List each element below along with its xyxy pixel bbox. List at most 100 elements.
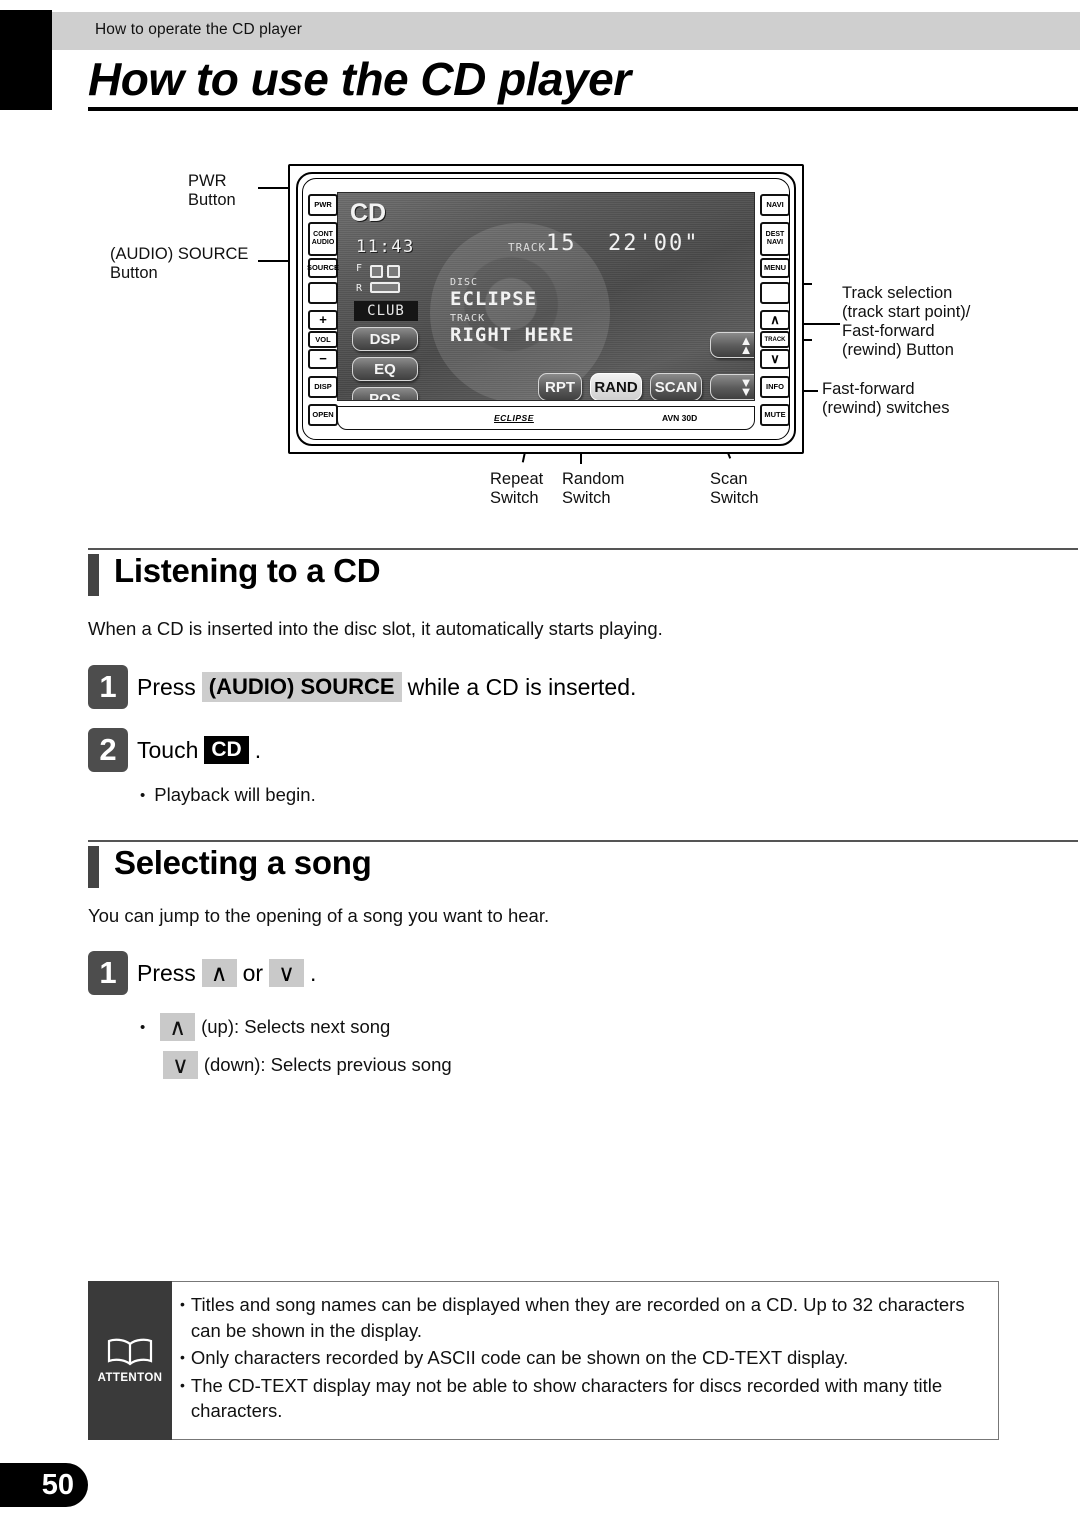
attention-item-2-text: Only characters recorded by ASCII code c… — [190, 1347, 849, 1368]
hardkey-track-up[interactable]: ∧ — [760, 310, 790, 330]
bullet-up-arrow: • ∧ (up): Selects next song — [140, 1013, 390, 1041]
attention-bullet-icon-2: • — [180, 1349, 185, 1365]
hardkey-track-text: TRACK — [764, 336, 786, 343]
hardkey-source-label: SOURCE — [306, 263, 340, 272]
screen-button-scan-label: SCAN — [654, 378, 698, 396]
callout-scan-switch: Scan Switch — [710, 470, 759, 507]
step-1-pre: Press — [137, 673, 196, 700]
open-book-icon — [107, 1338, 153, 1366]
hardkey-volume-up[interactable]: + — [308, 310, 338, 330]
hardkey-track-down[interactable]: ∨ — [760, 349, 790, 369]
step-1-badge-selecting: 1 — [88, 951, 128, 995]
screen-button-fast-forward[interactable]: ▲ ▲ — [710, 332, 754, 358]
attention-bullet-icon-3: • — [180, 1376, 185, 1393]
screen-mode-label: CD — [350, 199, 387, 227]
speaker-balance-icon — [368, 263, 404, 297]
screen-button-pos[interactable]: POS — [352, 387, 418, 401]
step-1-pre-selecting: Press — [137, 959, 196, 986]
step-1-selecting: 1 Press ∧ or ∨ . — [88, 951, 316, 995]
step-1-text-selecting: Press ∧ or ∨ . — [137, 959, 316, 987]
screen-button-pos-label: POS — [369, 390, 401, 401]
double-up-arrow-icon: ▲ ▲ — [739, 333, 753, 357]
section-intro-listening: When a CD is inserted into the disc slot… — [88, 618, 663, 639]
key-audio-source[interactable]: (AUDIO) SOURCE — [201, 672, 402, 702]
section-rule-listening — [88, 548, 1078, 550]
hardkey-track-label: TRACK — [760, 331, 790, 348]
callout-random-switch: Random Switch — [562, 470, 625, 507]
section-heading-listening: Listening to a CD — [114, 552, 381, 589]
page-number: 50 — [0, 1463, 88, 1507]
hardkey-disp[interactable]: DISP — [308, 376, 338, 398]
screen-button-dsp[interactable]: DSP — [352, 327, 418, 351]
screen-button-dsp-label: DSP — [369, 330, 401, 348]
callout-audio-source-button: (AUDIO) SOURCE Button — [110, 245, 249, 282]
breadcrumb: How to operate the CD player — [95, 21, 302, 38]
step-2-listening: 2 Touch CD . — [88, 728, 261, 772]
hardkey-mute-label: MUTE — [764, 410, 786, 419]
attention-list: • Titles and song names can be displayed… — [180, 1292, 988, 1426]
hardkey-info-label: INFO — [766, 382, 784, 391]
section-tab-selecting — [88, 846, 99, 888]
attention-icon-panel: ATTENTON — [88, 1281, 172, 1440]
brand-logo: ECLIPSE — [494, 413, 534, 423]
key-cd[interactable]: CD — [204, 736, 249, 764]
step-1-listening: 1 Press (AUDIO) SOURCE while a CD is ins… — [88, 665, 636, 709]
hardkey-menu[interactable]: MENU — [760, 258, 790, 278]
hardkey-volume-down[interactable]: − — [308, 349, 338, 369]
screen-eq-preset: CLUB — [354, 301, 418, 321]
page-edge-tab — [0, 10, 52, 110]
step-1-text: Press (AUDIO) SOURCE while a CD is inser… — [137, 672, 636, 702]
hardkey-navi-label: NAVI — [766, 200, 784, 209]
down-arrow-icon[interactable]: ∨ — [163, 1051, 198, 1079]
screen-track-number: 15 — [546, 231, 577, 256]
callout-repeat-switch: Repeat Switch — [490, 470, 544, 507]
leader-line-track-sel — [800, 323, 840, 325]
double-down-arrow-icon: ▼ ▼ — [739, 375, 753, 399]
screen-elapsed-time: 22'00" — [608, 231, 700, 256]
hardkey-audio-label: AUDIO — [311, 239, 335, 246]
step-1-mid-selecting: or — [242, 959, 264, 986]
screen-button-scan[interactable]: SCAN — [650, 373, 702, 400]
hardkey-volume-up-label: + — [319, 312, 327, 327]
section-intro-selecting: You can jump to the opening of a song yo… — [88, 905, 550, 926]
key-down-arrow[interactable]: ∨ — [269, 959, 304, 987]
speaker-front-label: F — [356, 263, 363, 274]
hardkey-volume-down-label: − — [319, 351, 327, 366]
hardkey-navi[interactable]: NAVI — [760, 194, 790, 216]
hardkey-dest-navi[interactable]: DEST NAVI — [760, 222, 790, 256]
speaker-rear-label: R — [356, 283, 363, 294]
screen-button-eq[interactable]: EQ — [352, 357, 418, 381]
hardkey-volume-label: VOL — [308, 331, 338, 348]
up-arrow-icon[interactable]: ∧ — [160, 1013, 196, 1041]
step-1-badge: 1 — [88, 665, 128, 709]
callout-track-selection: Track selection (track start point)/ Fas… — [842, 284, 971, 359]
hardkey-mute[interactable]: MUTE — [760, 404, 790, 426]
section-heading-selecting: Selecting a song — [114, 844, 372, 881]
hardkey-cont-audio[interactable]: CONT AUDIO — [308, 222, 338, 256]
title-underline — [88, 107, 1078, 111]
screen-button-random-label: RAND — [594, 378, 638, 396]
hardkey-blank-left[interactable] — [308, 282, 338, 304]
bullet-dot-icon-up: • — [140, 1018, 146, 1036]
bullet-up-text: (up): Selects next song — [201, 1016, 391, 1037]
hardkey-navi2-label: NAVI — [766, 239, 784, 246]
step-2-post: . — [254, 736, 262, 763]
attention-item-1: • Titles and song names can be displayed… — [180, 1292, 988, 1343]
screen-button-rewind[interactable]: ▼ ▼ — [710, 374, 754, 400]
screen-button-repeat[interactable]: RPT — [538, 373, 582, 400]
step-2-text: Touch CD . — [137, 736, 261, 764]
hardkey-disp-label: DISP — [314, 382, 332, 391]
hardkey-open[interactable]: OPEN — [308, 404, 338, 426]
hardkey-info[interactable]: INFO — [760, 376, 790, 398]
hardkey-track-down-label: ∨ — [770, 351, 780, 366]
key-up-arrow[interactable]: ∧ — [201, 959, 237, 987]
hardkey-source[interactable]: SOURCE — [306, 258, 340, 278]
screen-button-random[interactable]: RAND — [590, 373, 642, 400]
hardkey-track-up-label: ∧ — [770, 312, 780, 327]
hardkey-pwr[interactable]: PWR — [308, 194, 338, 216]
step-1-post-selecting: . — [309, 959, 317, 986]
step-2-pre: Touch — [137, 736, 199, 763]
attention-item-1-text: Titles and song names can be displayed w… — [190, 1294, 965, 1341]
hardkey-blank-right[interactable] — [760, 282, 790, 304]
device-screen[interactable]: CD 11:43 F R CLUB TRACK 15 22'00" DISC E… — [337, 192, 755, 401]
